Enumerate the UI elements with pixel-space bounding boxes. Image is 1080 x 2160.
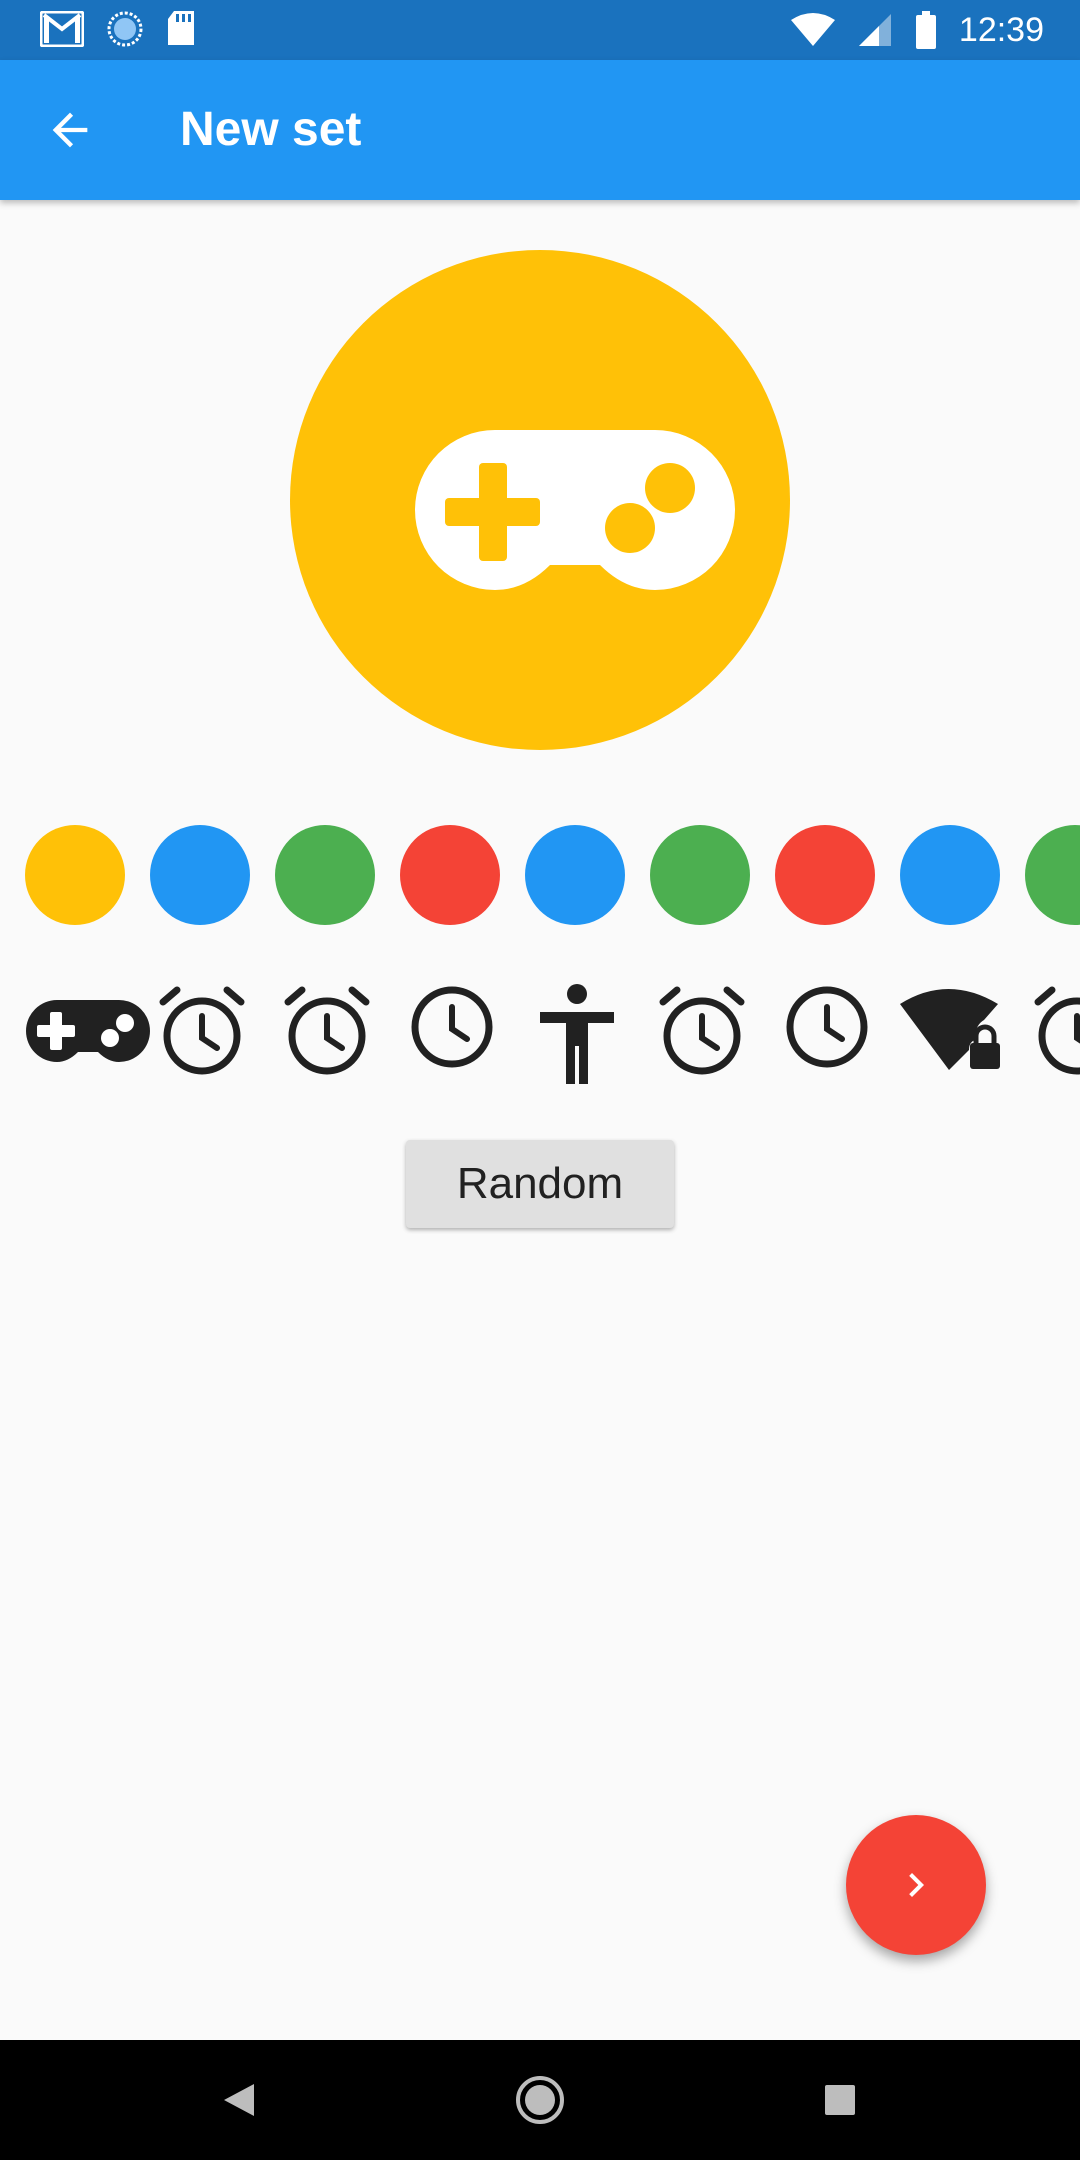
color-option[interactable]	[150, 825, 250, 925]
wifi-lock-icon	[900, 989, 1000, 1070]
icon-option-clock[interactable]	[775, 980, 900, 1090]
color-option[interactable]	[1025, 825, 1080, 925]
sync-icon	[106, 10, 144, 48]
signal-icon	[857, 12, 893, 48]
color-option[interactable]	[25, 825, 125, 925]
color-option[interactable]	[275, 825, 375, 925]
back-button[interactable]	[44, 104, 96, 156]
icon-option-alarm[interactable]	[275, 980, 400, 1090]
color-option[interactable]	[525, 825, 625, 925]
clock-icon	[786, 986, 868, 1068]
color-selector-row	[25, 825, 1080, 925]
alarm-icon	[159, 986, 245, 1075]
alarm-icon	[284, 986, 370, 1075]
alarm-icon	[659, 986, 745, 1075]
nav-back-button[interactable]	[210, 2070, 270, 2130]
nav-recents-button[interactable]	[810, 2070, 870, 2130]
status-left-icons	[40, 10, 196, 48]
recents-square-icon	[825, 2085, 855, 2115]
nav-home-button[interactable]	[510, 2070, 570, 2130]
status-time: 12:39	[958, 11, 1044, 49]
icon-option-alarm[interactable]	[1025, 980, 1080, 1090]
gamepad-icon	[26, 1000, 150, 1062]
icon-option-gamepad[interactable]	[25, 980, 150, 1090]
alarm-icon	[1034, 986, 1080, 1075]
icon-option-alarm[interactable]	[150, 980, 275, 1090]
back-triangle-icon	[224, 2084, 254, 2116]
set-preview-circle	[290, 250, 790, 750]
icon-option-clock[interactable]	[400, 980, 525, 1090]
accessibility-icon	[540, 984, 614, 1084]
color-option[interactable]	[400, 825, 500, 925]
icon-option-wifi-lock[interactable]	[900, 980, 1025, 1090]
app-bar: New set	[0, 60, 1080, 200]
status-bar: 12:39	[0, 0, 1080, 60]
icon-option-alarm[interactable]	[650, 980, 775, 1090]
gamepad-icon	[415, 430, 735, 590]
clock-icon	[411, 986, 493, 1068]
icon-selector-row	[25, 980, 1080, 1090]
color-option[interactable]	[775, 825, 875, 925]
page-title: New set	[180, 103, 362, 156]
color-option[interactable]	[900, 825, 1000, 925]
battery-icon	[915, 11, 937, 49]
chevron-right-icon	[909, 1873, 924, 1897]
next-fab-button[interactable]	[846, 1815, 986, 1955]
arrow-back-icon	[52, 112, 88, 148]
wifi-icon	[790, 12, 835, 48]
icon-option-accessibility[interactable]	[525, 980, 650, 1090]
sd-card-icon	[166, 11, 196, 47]
system-nav-bar	[0, 2040, 1080, 2160]
gmail-icon	[40, 11, 84, 47]
color-option[interactable]	[650, 825, 750, 925]
home-circle-icon	[516, 2076, 564, 2124]
status-right-icons: 12:39	[790, 8, 1044, 52]
random-button[interactable]: Random	[406, 1140, 674, 1228]
